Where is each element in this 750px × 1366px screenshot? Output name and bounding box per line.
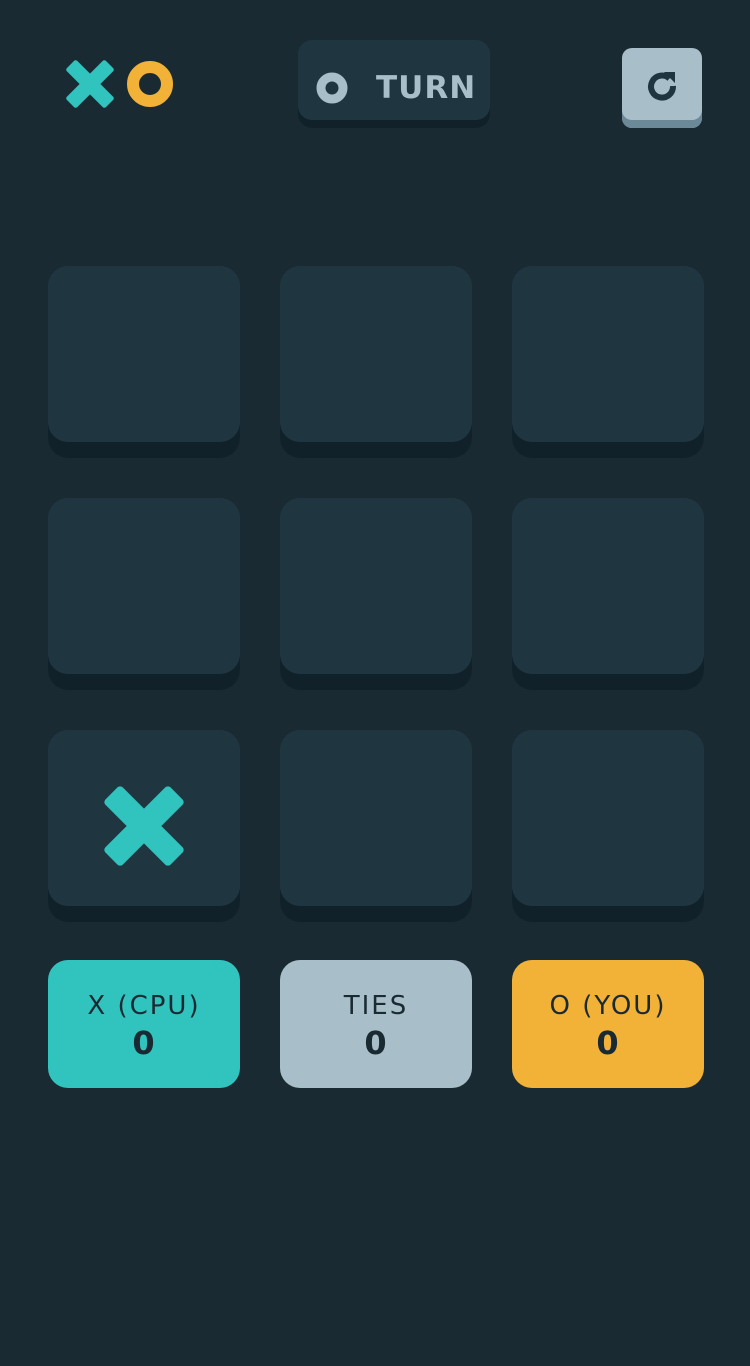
board-cell-1-2[interactable]: [280, 266, 472, 458]
score-ties: TIES 0: [280, 960, 472, 1088]
turn-label: TURN: [376, 70, 477, 106]
score-x-value: 0: [132, 1024, 156, 1062]
turn-indicator: TURN: [298, 40, 490, 128]
score-o-value: 0: [596, 1024, 620, 1062]
score-o-you: O (YOU) 0: [512, 960, 704, 1088]
board-cell-3-2[interactable]: [280, 730, 472, 922]
restart-button[interactable]: [622, 48, 702, 128]
game-logo: [66, 60, 176, 110]
o-icon: [316, 72, 348, 104]
board-cell-3-1[interactable]: [48, 730, 240, 922]
board-cell-3-3[interactable]: [512, 730, 704, 922]
x-icon: [66, 60, 114, 108]
board-cell-1-1[interactable]: [48, 266, 240, 458]
board-cell-2-1[interactable]: [48, 498, 240, 690]
score-o-label: O (YOU): [549, 991, 667, 1021]
board-cell-2-2[interactable]: [280, 498, 472, 690]
x-icon: [104, 786, 184, 866]
score-x-cpu: X (CPU) 0: [48, 960, 240, 1088]
score-ties-label: TIES: [343, 991, 409, 1021]
board-cell-2-3[interactable]: [512, 498, 704, 690]
score-x-label: X (CPU): [87, 991, 201, 1021]
o-icon: [127, 61, 173, 107]
board-cell-1-3[interactable]: [512, 266, 704, 458]
restart-icon: [648, 72, 676, 101]
score-ties-value: 0: [364, 1024, 388, 1062]
